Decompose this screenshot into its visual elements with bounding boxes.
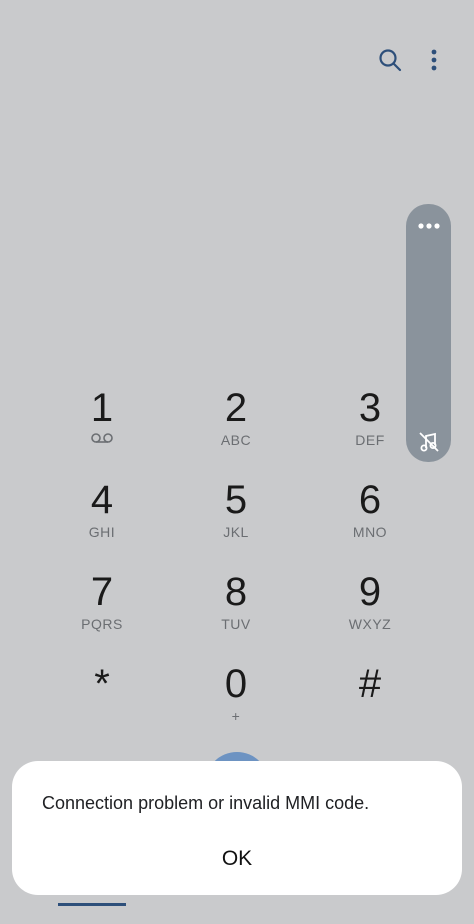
- key-digit: 6: [358, 478, 382, 522]
- key-letters: GHI: [88, 524, 116, 540]
- key-digit: 9: [358, 570, 382, 614]
- key-digit: *: [94, 662, 110, 706]
- key-letters: WXYZ: [348, 616, 392, 632]
- search-button[interactable]: [370, 40, 410, 80]
- search-icon: [379, 49, 402, 72]
- key-digit: 8: [224, 570, 248, 614]
- more-horizontal-icon: [417, 223, 440, 229]
- key-4[interactable]: 4 GHI: [35, 472, 169, 564]
- key-digit: 4: [90, 478, 114, 522]
- key-0[interactable]: 0 +: [169, 656, 303, 748]
- dialer-screen: 1 2 ABC 3 DEF 4 GHI 5 JKL 6 MNO 7 PQRS 8…: [0, 0, 474, 924]
- key-digit: 3: [358, 386, 382, 430]
- key-letters: MNO: [352, 524, 388, 540]
- key-letters: PQRS: [81, 616, 123, 632]
- key-digit: 0: [224, 662, 248, 706]
- bottom-tab-indicator: [58, 903, 126, 906]
- key-letters: TUV: [221, 616, 251, 632]
- key-9[interactable]: 9 WXYZ: [303, 564, 437, 656]
- voicemail-icon: [91, 433, 113, 443]
- key-2[interactable]: 2 ABC: [169, 380, 303, 472]
- error-dialog: Connection problem or invalid MMI code. …: [12, 761, 462, 895]
- key-digit: 1: [90, 386, 114, 430]
- key-6[interactable]: 6 MNO: [303, 472, 437, 564]
- key-8[interactable]: 8 TUV: [169, 564, 303, 656]
- panel-menu-button[interactable]: [406, 216, 451, 236]
- key-letters: ABC: [220, 432, 252, 448]
- key-digit: #: [358, 662, 382, 706]
- key-1[interactable]: 1: [35, 380, 169, 472]
- more-vertical-icon: [431, 49, 437, 71]
- key-digit: 2: [224, 386, 248, 430]
- key-5[interactable]: 5 JKL: [169, 472, 303, 564]
- key-digit: 5: [224, 478, 248, 522]
- dial-keypad: 1 2 ABC 3 DEF 4 GHI 5 JKL 6 MNO 7 PQRS 8…: [35, 380, 437, 748]
- dialog-message: Connection problem or invalid MMI code.: [42, 793, 370, 813]
- key-7[interactable]: 7 PQRS: [35, 564, 169, 656]
- key-3[interactable]: 3 DEF: [303, 380, 437, 472]
- key-letters: +: [231, 708, 241, 724]
- key-letters: DEF: [355, 432, 385, 448]
- key-digit: 7: [90, 570, 114, 614]
- more-options-button[interactable]: [414, 40, 454, 80]
- key-star[interactable]: *: [35, 656, 169, 748]
- key-hash[interactable]: #: [303, 656, 437, 748]
- key-letters: JKL: [223, 524, 249, 540]
- ok-button[interactable]: OK: [187, 839, 287, 879]
